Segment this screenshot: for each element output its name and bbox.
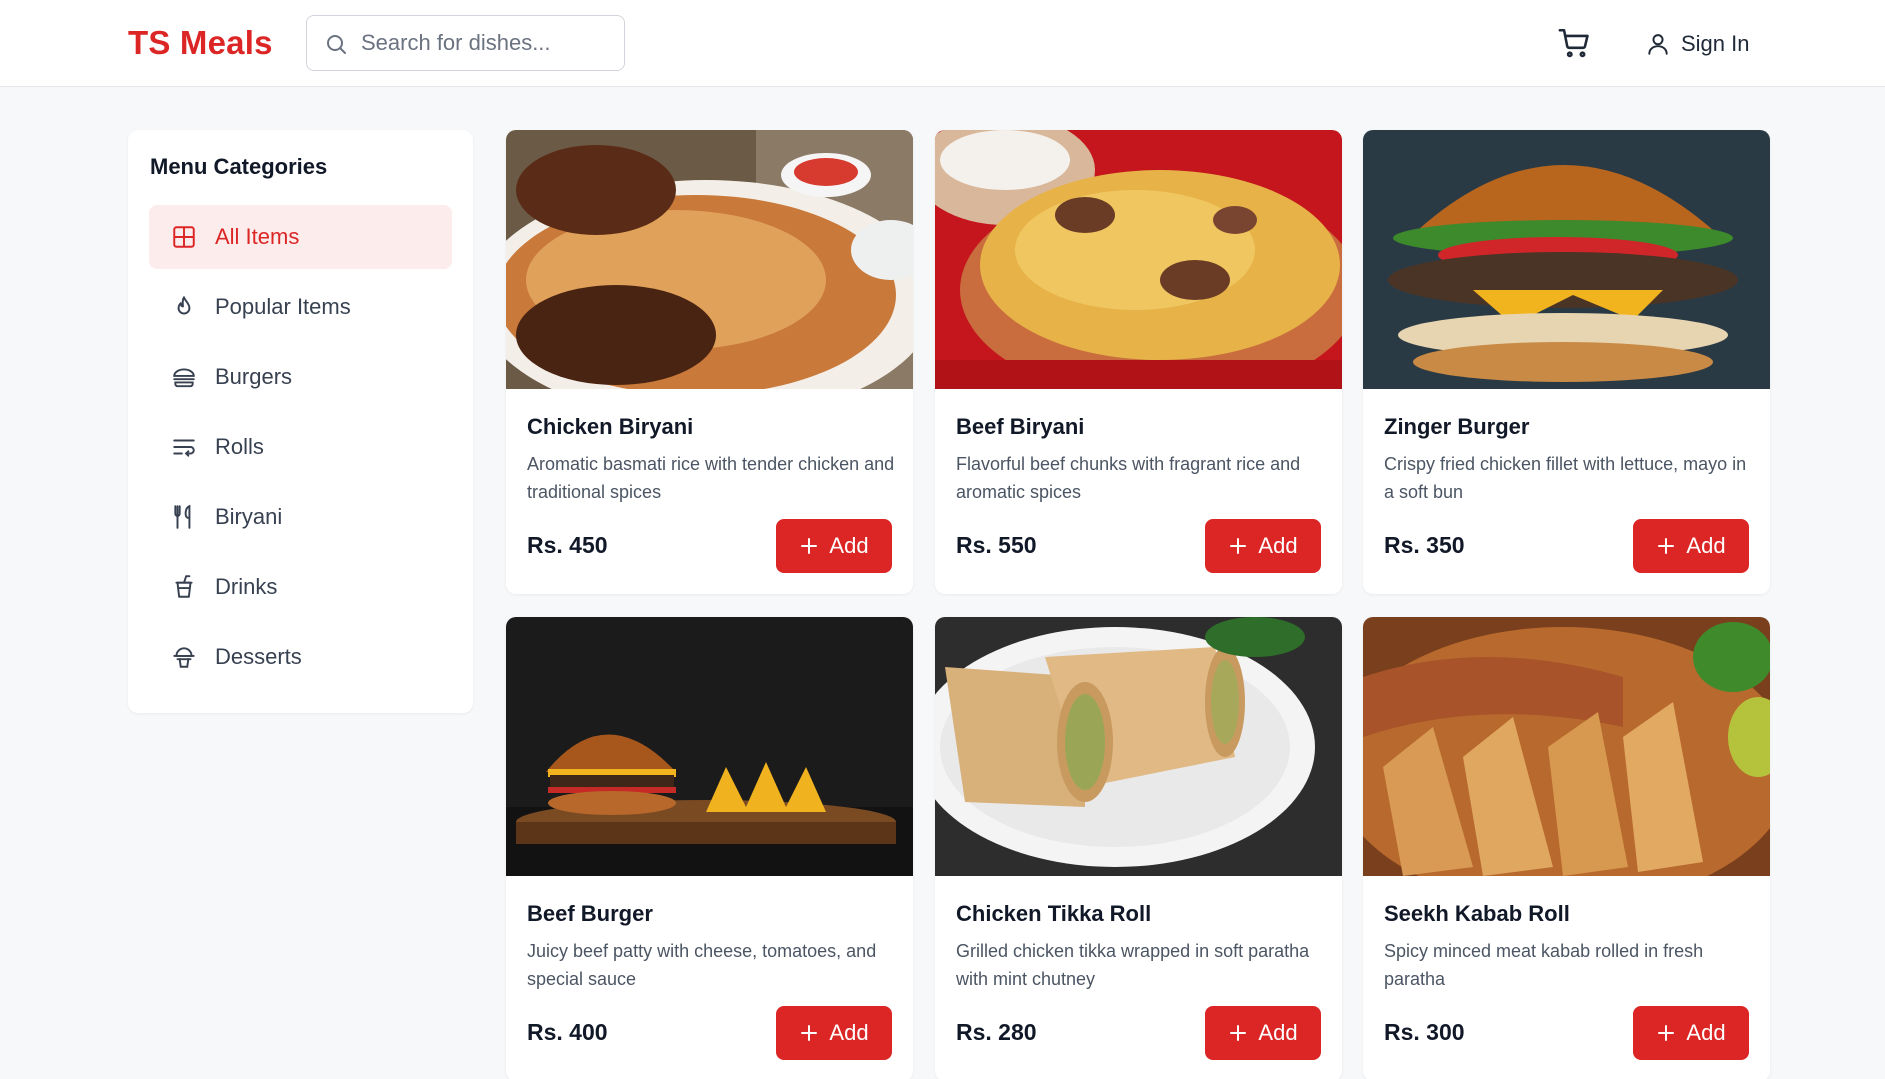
category-label: Burgers [215,364,293,389]
product-description: Grilled chicken tikka wrapped in soft pa… [956,941,1310,989]
product-card: Beef Biryani Flavorful beef chunks with … [935,130,1342,594]
product-price: Rs. 550 [956,532,1037,558]
plus-icon [1230,538,1247,554]
add-to-cart-button[interactable]: Add [776,1006,892,1060]
user-icon [1648,34,1668,55]
sign-in-button[interactable]: Sign In [1645,27,1750,61]
product-price: Rs. 280 [956,1019,1037,1045]
product-price: Rs. 350 [1384,532,1465,558]
plus-icon [801,538,818,554]
product-name: Chicken Tikka Roll [956,901,1152,926]
product-description: Crispy fried chicken fillet with lettuce… [1384,454,1747,502]
add-label: Add [829,1020,869,1045]
search-input[interactable] [361,24,611,62]
category-label: Drinks [215,574,278,599]
product-description: Spicy minced meat kabab rolled in fresh … [1384,941,1704,989]
category-label: Desserts [215,644,302,669]
category-item-all-items[interactable]: All Items [149,205,452,269]
burger-icon [173,368,195,388]
sidebar-title: Menu Categories [150,154,328,179]
category-item-popular-items[interactable]: Popular Items [149,275,452,339]
category-label: Popular Items [215,294,351,319]
cart-icon [1558,28,1589,58]
category-label: Biryani [215,504,283,529]
product-card: Seekh Kabab Roll Spicy minced meat kabab… [1363,617,1770,1079]
beef-biryani-image [935,130,1342,389]
plus-icon [1658,1025,1675,1041]
flame-icon [177,296,191,315]
add-label: Add [1258,533,1298,558]
category-list: All Items Popular Items Burgers Rolls Bi [149,205,452,695]
plus-icon [801,1025,818,1041]
category-item-drinks[interactable]: Drinks [149,555,452,619]
product-card: Chicken Tikka Roll Grilled chicken tikka… [935,617,1342,1079]
category-item-rolls[interactable]: Rolls [149,415,452,479]
category-sidebar: Menu Categories All Items Popular Items … [128,130,473,713]
product-name: Zinger Burger [1384,414,1530,439]
add-to-cart-button[interactable]: Add [776,519,892,573]
zinger-burger-image [1363,130,1770,389]
product-description: Flavorful beef chunks with fragrant rice… [956,454,1301,502]
cup-icon [175,575,193,598]
grid-icon [173,226,195,248]
utensils-icon [174,504,191,529]
category-item-biryani[interactable]: Biryani [149,485,452,549]
plus-icon [1658,538,1675,554]
add-label: Add [829,533,869,558]
category-label: All Items [215,224,300,249]
product-price: Rs. 300 [1384,1019,1465,1045]
add-to-cart-button[interactable]: Add [1205,1006,1321,1060]
add-label: Add [1686,533,1726,558]
product-description: Juicy beef patty with cheese, tomatoes, … [527,941,877,989]
product-card: Zinger Burger Crispy fried chicken fille… [1363,130,1770,594]
brand-logo[interactable]: TS Meals [128,24,273,62]
add-label: Add [1258,1020,1298,1045]
chicken-biryani-image [506,130,913,389]
dessert-icon [173,647,195,668]
beef-burger-image [506,617,913,876]
add-to-cart-button[interactable]: Add [1633,1006,1749,1060]
category-label: Rolls [215,434,264,459]
product-name: Seekh Kabab Roll [1384,901,1570,926]
add-to-cart-button[interactable]: Add [1205,519,1321,573]
product-price: Rs. 400 [527,1019,608,1045]
seekh-kabab-roll-image [1363,617,1770,876]
search-bar[interactable] [306,15,625,71]
product-name: Beef Biryani [956,414,1085,439]
product-name: Chicken Biryani [527,414,694,439]
cart-button[interactable] [1557,26,1591,60]
product-name: Beef Burger [527,901,653,926]
product-description: Aromatic basmati rice with tender chicke… [527,454,895,502]
add-to-cart-button[interactable]: Add [1633,519,1749,573]
chicken-tikka-roll-image [935,617,1342,876]
top-navbar: TS Meals Sign In [0,0,1885,87]
search-icon [327,35,346,54]
wrap-text-icon [173,439,195,457]
category-item-burgers[interactable]: Burgers [149,345,452,409]
category-item-desserts[interactable]: Desserts [149,625,452,689]
sign-in-label: Sign In [1681,31,1750,56]
product-card: Chicken Biryani Aromatic basmati rice wi… [506,130,913,594]
add-label: Add [1686,1020,1726,1045]
product-card: Beef Burger Juicy beef patty with cheese… [506,617,913,1079]
product-price: Rs. 450 [527,532,608,558]
plus-icon [1230,1025,1247,1041]
